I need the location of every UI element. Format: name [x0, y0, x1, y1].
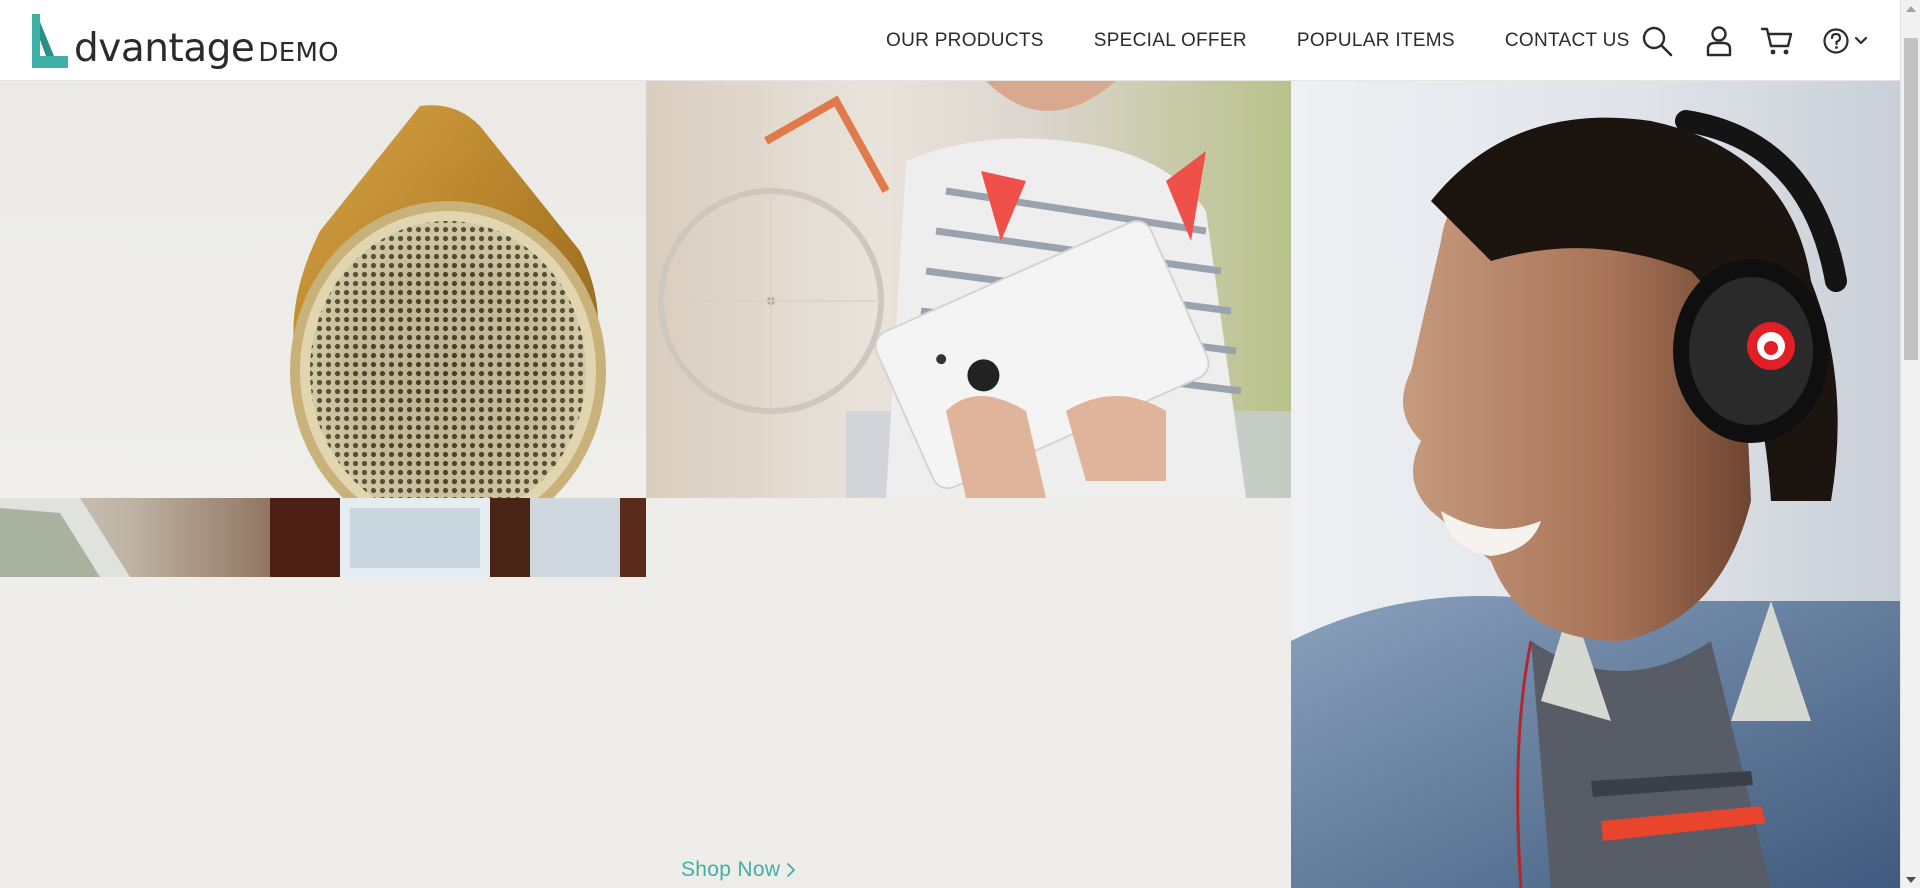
chevron-down-icon — [1854, 36, 1868, 45]
headphones-image — [1291, 110, 1900, 888]
nav-special-offer[interactable]: SPECIAL OFFER — [1094, 30, 1247, 52]
nav-popular-items[interactable]: POPULAR ITEMS — [1297, 30, 1455, 52]
page-scrollbar[interactable] — [1900, 0, 1920, 888]
help-icon — [1823, 28, 1849, 54]
logo-demo: DEMO — [258, 38, 339, 68]
logo-mark-icon — [32, 14, 68, 68]
page: dvantage DEMO OUR PRODUCTS SPECIAL OFFER… — [0, 0, 1920, 888]
headphones-tile[interactable] — [1291, 81, 1900, 888]
shop-now-label: Shop Now — [681, 858, 781, 881]
nav-contact-us[interactable]: CONTACT US — [1505, 30, 1630, 52]
nav-our-products[interactable]: OUR PRODUCTS — [886, 30, 1044, 52]
scroll-thumb[interactable] — [1904, 38, 1918, 360]
cart-icon — [1761, 27, 1793, 55]
site-logo[interactable]: dvantage DEMO — [28, 10, 339, 72]
chevron-right-icon — [787, 863, 796, 877]
user-button[interactable] — [1704, 24, 1734, 58]
banner-area — [0, 577, 1291, 888]
site-header: dvantage DEMO OUR PRODUCTS SPECIAL OFFER… — [0, 0, 1900, 81]
scroll-up-button[interactable] — [1901, 0, 1920, 17]
empty-tile — [646, 498, 1291, 577]
tablet-image — [658, 81, 1291, 498]
logo-word: dvantage — [74, 26, 255, 71]
search-button[interactable] — [1640, 24, 1674, 58]
laptop-tile[interactable] — [0, 498, 646, 577]
scroll-up-icon — [1906, 5, 1916, 12]
main-nav: OUR PRODUCTS SPECIAL OFFER POPULAR ITEMS… — [886, 0, 1666, 81]
speaker-image — [290, 105, 606, 498]
help-menu-button[interactable] — [1820, 24, 1870, 58]
scroll-down-icon — [1906, 876, 1916, 883]
search-icon — [1642, 26, 1673, 57]
speaker-tile[interactable] — [0, 81, 646, 498]
user-icon — [1706, 26, 1732, 57]
tablet-tile[interactable] — [646, 81, 1291, 498]
cart-button[interactable] — [1760, 24, 1794, 58]
scroll-down-button[interactable] — [1901, 871, 1920, 888]
laptop-image — [0, 498, 646, 577]
shop-now-link[interactable]: Shop Now — [681, 858, 796, 882]
